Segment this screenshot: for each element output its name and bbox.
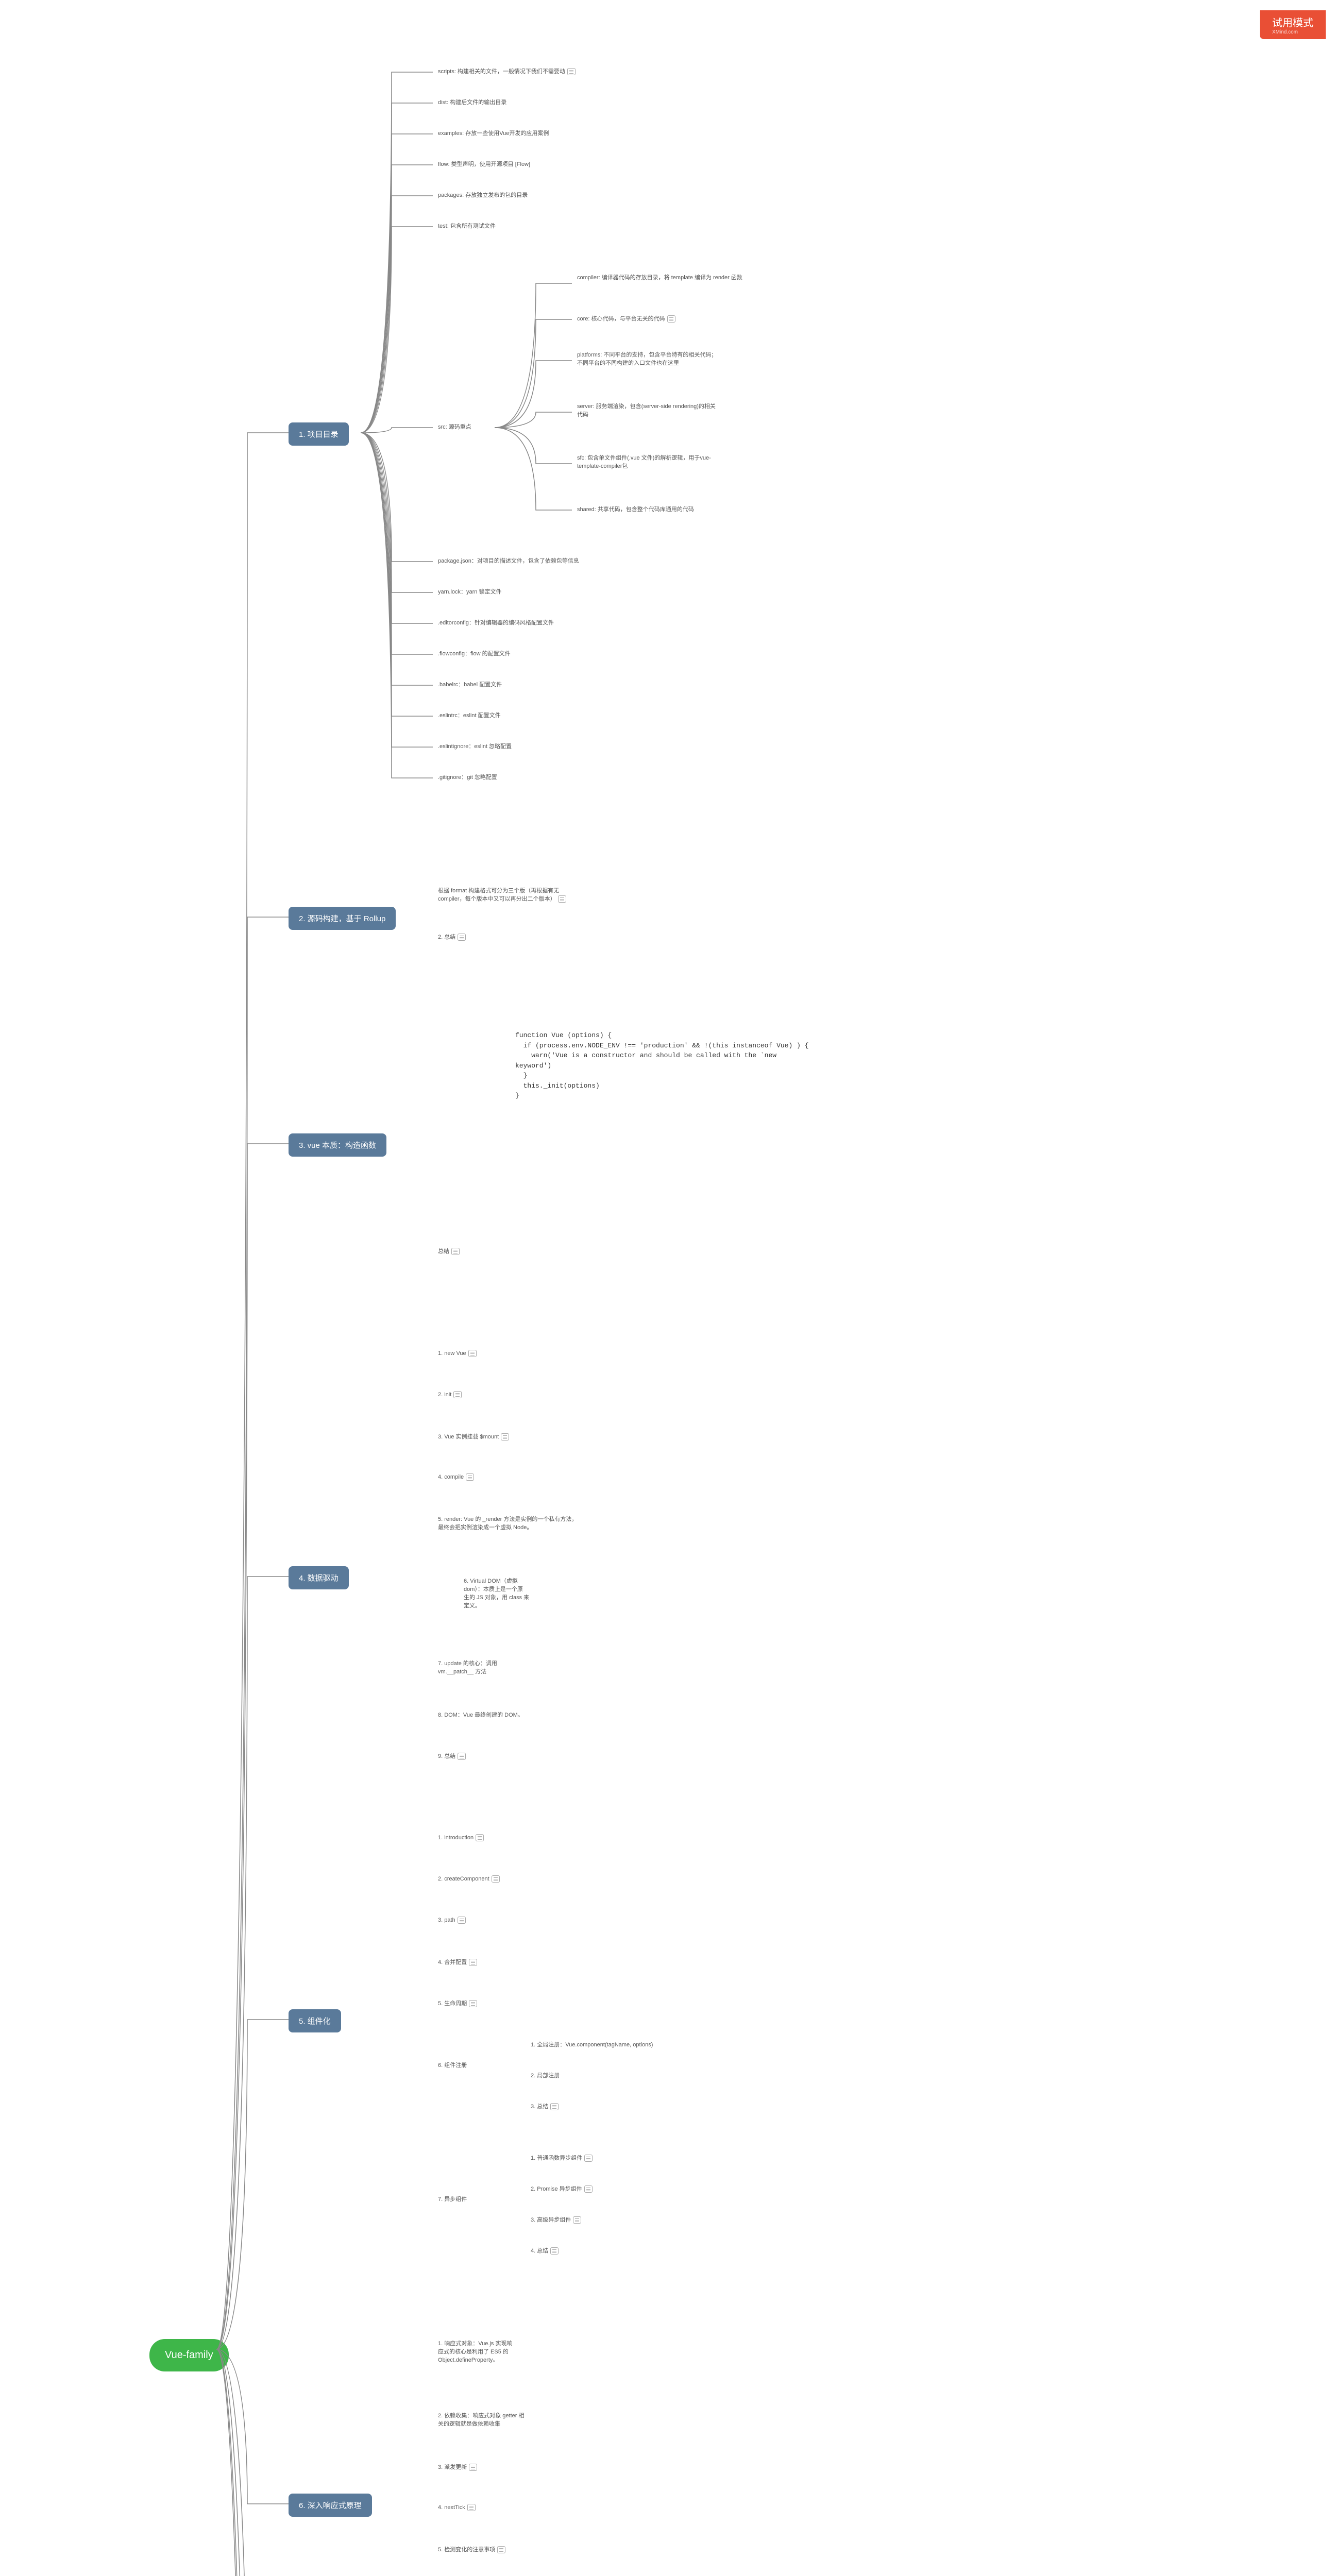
note-icon[interactable] [458,934,466,941]
leaf: 7. update 的核心：调用 vm.__patch__ 方法 [438,1659,497,1675]
leaf: 4. 总结 [531,2246,559,2255]
note-icon[interactable] [497,2546,505,2553]
note-icon[interactable] [458,1753,466,1760]
leaf: platforms: 不同平台的支持，包含平台特有的相关代码； 不同平台的不同构… [577,350,717,367]
leaf: 6. Virtual DOM（虚拟 dom）：本质上是一个原 生的 JS 对象，… [464,1577,529,1609]
note-icon[interactable] [501,1433,509,1440]
leaf: 9. 总结 [438,1752,466,1760]
leaf: 2. init [438,1391,462,1398]
leaf: 3. 派发更新 [438,2463,477,2471]
leaf: 6. 组件注册 [438,2061,467,2069]
root-node[interactable]: Vue-family [149,2339,229,2371]
leaf: 4. nextTick [438,2504,476,2511]
leaf: 4. compile [438,1473,474,1481]
node-2[interactable]: 2. 源码构建，基于 Rollup [289,907,396,930]
leaf: 1. 全局注册：Vue.component(tagName, options) [531,2040,653,2048]
leaf: 2. Promise 异步组件 [531,2184,593,2193]
note-icon[interactable] [466,1473,474,1481]
leaf: .gitignore：git 忽略配置 [438,773,497,781]
leaf: examples: 存放一些使用Vue开发的应用案例 [438,129,549,137]
note-icon[interactable] [451,1248,460,1255]
note-icon[interactable] [469,1959,477,1966]
leaf: server: 服务端渲染，包含(server-side rendering)的… [577,402,716,418]
leaf: 1. 响应式对象：Vue.js 实现响 应式的核心是利用了 ES5 的 Obje… [438,2339,512,2364]
leaf: .editorconfig：针对编辑器的编码风格配置文件 [438,618,554,626]
leaf: compiler: 编译器代码的存放目录，将 template 编译为 rend… [577,273,752,281]
badge-sub: XMind.com [1272,29,1313,35]
leaf: 5. 生命周期 [438,1999,477,2007]
note-icon[interactable] [467,2504,476,2511]
leaf: 3. 总结 [531,2102,559,2110]
leaf: 5. render: Vue 的 _render 方法是实例的一个私有方法， 最… [438,1515,577,1531]
leaf: flow: 类型声明，使用开源项目 [Flow] [438,160,530,168]
note-icon[interactable] [458,1917,466,1924]
leaf: 3. Vue 实例挂载 $mount [438,1432,509,1440]
leaf: 2. createComponent [438,1875,500,1883]
leaf: .flowconfig：flow 的配置文件 [438,649,511,657]
node-5[interactable]: 5. 组件化 [289,2009,341,2032]
note-icon[interactable] [558,895,566,903]
leaf: .eslintrc：eslint 配置文件 [438,711,501,719]
leaf: 3. path [438,1917,466,1924]
note-icon[interactable] [469,2000,477,2007]
leaf: 4. 合并配置 [438,1958,477,1966]
badge-title: 试用模式 [1272,18,1313,29]
note-icon[interactable] [469,2464,477,2471]
node-6[interactable]: 6. 深入响应式原理 [289,2494,372,2517]
leaf: 7. 异步组件 [438,2195,467,2203]
node-4[interactable]: 4. 数据驱动 [289,1566,349,1589]
note-icon[interactable] [468,1350,477,1357]
note-icon[interactable] [476,1834,484,1841]
node-3[interactable]: 3. vue 本质：构造函数 [289,1133,386,1157]
note-icon[interactable] [453,1391,462,1398]
note-icon[interactable] [573,2216,581,2224]
leaf: yarn.lock：yarn 锁定文件 [438,587,501,596]
note-icon[interactable] [584,2185,593,2193]
leaf: 总结 [438,1247,460,1255]
leaf: 2. 局部注册 [531,2071,560,2079]
leaf: package.json：对项目的描述文件，包含了依赖包等信息 [438,556,579,565]
leaf: 3. 高级异步组件 [531,2215,581,2224]
code-block: function Vue (options) { if (process.env… [515,1030,809,1101]
node-1[interactable]: 1. 项目目录 [289,422,349,446]
leaf: core: 核心代码，与平台无关的代码 [577,314,675,323]
leaf: 1. new Vue [438,1350,477,1357]
leaf: 根据 format 构建格式可分为三个版（再根据有无 compiler，每个版本… [438,886,566,903]
leaf: .babelrc：babel 配置文件 [438,680,502,688]
leaf: 1. 普通函数异步组件 [531,2154,593,2162]
leaf: src: 源码重点 [438,422,471,431]
leaf: scripts: 构建相关的文件，一般情况下我们不需要动 [438,67,576,75]
leaf: 2. 依赖收集：响应式对象 getter 相 关的逻辑就是做依赖收集 [438,2411,524,2428]
leaf: 2. 总结 [438,933,466,941]
leaf: sfc: 包含单文件组件(.vue 文件)的解析逻辑，用于vue- templa… [577,453,711,470]
note-icon[interactable] [584,2155,593,2162]
connector-lines [0,0,1336,2576]
trial-badge: 试用模式 XMind.com [1260,10,1326,39]
leaf: dist: 构建后文件的输出目录 [438,98,506,106]
leaf: 5. 检测变化的注意事项 [438,2545,505,2553]
note-icon[interactable] [667,315,675,323]
leaf: packages: 存放独立发布的包的目录 [438,191,528,199]
note-icon[interactable] [550,2103,559,2110]
note-icon[interactable] [492,1875,500,1883]
leaf: test: 包含所有测试文件 [438,222,496,230]
note-icon[interactable] [567,68,576,75]
note-icon[interactable] [550,2247,559,2255]
leaf: 1. introduction [438,1834,484,1841]
leaf: 8. DOM：Vue 最终创建的 DOM。 [438,1710,523,1719]
leaf: shared: 共享代码，包含整个代码库通用的代码 [577,505,694,513]
leaf: .eslintignore：eslint 忽略配置 [438,742,512,750]
